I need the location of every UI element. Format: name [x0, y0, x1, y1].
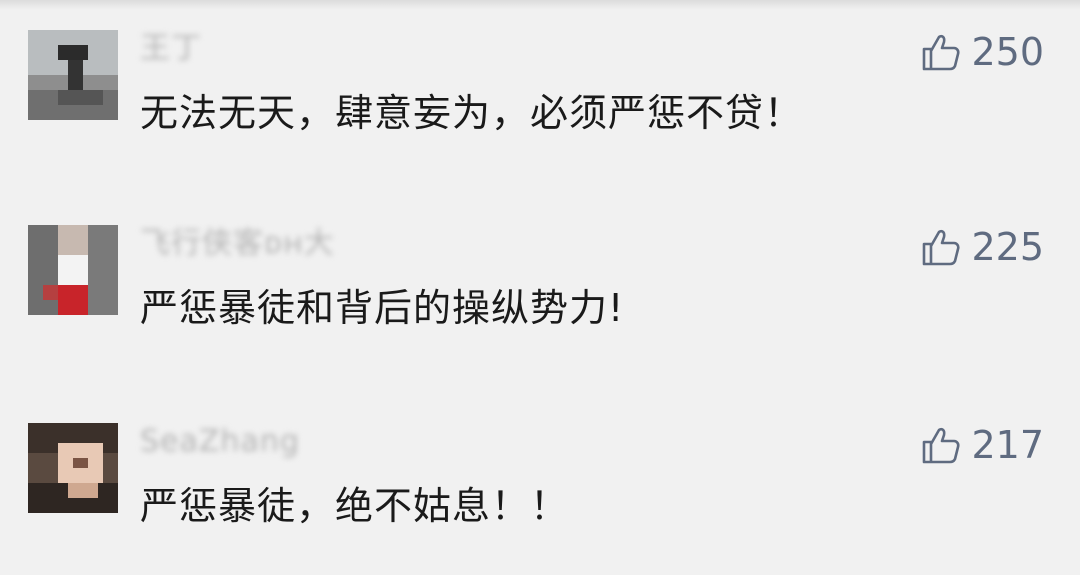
thumbs-up-icon: [923, 34, 961, 71]
user-avatar[interactable]: [28, 30, 118, 120]
thumbs-up-icon: [923, 427, 961, 464]
comment-text: 无法无天，肆意妄为，必须严惩不贷！: [140, 91, 804, 135]
comment-item: SeaZhang 217 严惩暴徒，绝不姑息！！: [0, 423, 1080, 573]
like-button[interactable]: 250: [921, 30, 1044, 74]
user-avatar[interactable]: [28, 225, 118, 315]
comment-item: 王丁 250 无法无天，肆意妄为，必须严惩不贷！: [0, 30, 1080, 180]
like-count: 250: [971, 30, 1044, 74]
comment-text: 严惩暴徒和背后的操纵势力!: [140, 286, 625, 330]
comment-text: 严惩暴徒，绝不姑息！！: [140, 484, 570, 528]
like-count: 225: [971, 225, 1044, 269]
username[interactable]: 王丁: [140, 28, 202, 70]
user-avatar[interactable]: [28, 423, 118, 513]
like-button[interactable]: 225: [921, 225, 1044, 269]
comment-item: 飞行侠客ᴅʜ大 225 严惩暴徒和背后的操纵势力!: [0, 225, 1080, 375]
username[interactable]: 飞行侠客ᴅʜ大: [140, 223, 335, 265]
thumbs-up-icon: [923, 229, 961, 266]
username[interactable]: SeaZhang: [140, 421, 300, 463]
like-count: 217: [971, 423, 1044, 467]
top-divider: [0, 0, 1080, 10]
like-button[interactable]: 217: [921, 423, 1044, 467]
